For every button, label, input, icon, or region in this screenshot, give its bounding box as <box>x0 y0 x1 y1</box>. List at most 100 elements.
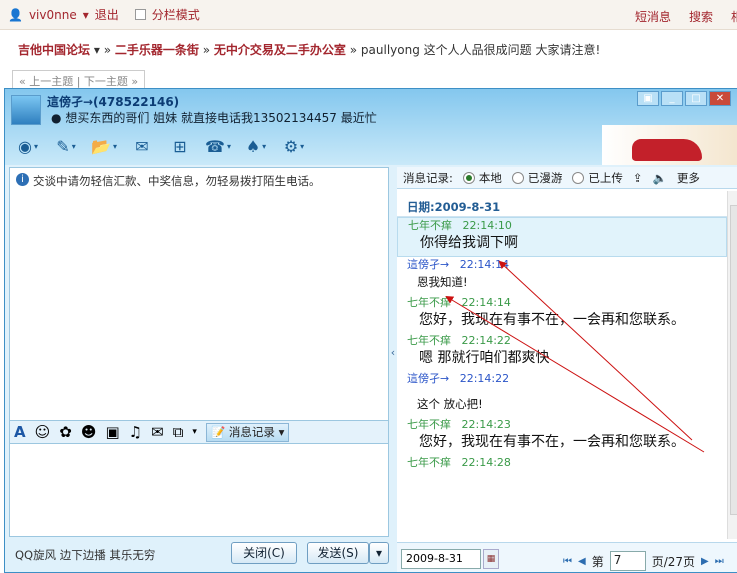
user-icon: 👤 <box>8 7 23 22</box>
next-page-icon[interactable]: ▶ <box>701 556 709 567</box>
first-page-icon[interactable]: ⏮ <box>563 556 572 567</box>
message-log-button[interactable]: 📝 消息记录 ▾ <box>205 422 290 442</box>
prev-page-icon[interactable]: ◀ <box>578 556 586 567</box>
info-icon: i <box>16 173 29 186</box>
date-field[interactable]: 2009-8-31 <box>401 549 481 569</box>
message-header: 七年不痒 22:14:22 <box>407 334 511 347</box>
search-link[interactable]: 搜索 <box>689 8 713 25</box>
speaker-icon[interactable]: 🔈 <box>653 171 667 185</box>
message-header: 這傍孑→ 22:14:14 <box>407 258 510 271</box>
message-text: 嗯 那就行咱们都爽快 <box>419 350 550 366</box>
create-group-icon[interactable]: ⊞ <box>165 133 195 159</box>
remote-assist-icon[interactable]: ☎ ▾ <box>203 133 233 159</box>
list-item[interactable]: 七年不痒 22:14:28 <box>397 455 727 471</box>
last-page-icon[interactable]: ⏭ <box>715 556 724 567</box>
page-input[interactable]: 7 <box>609 551 646 571</box>
breadcrumb-section2[interactable]: 无中介交易及二手办公室 <box>214 43 346 57</box>
message-header: 七年不痒 22:14:28 <box>407 456 511 469</box>
skin-button[interactable]: ▣ <box>637 91 659 106</box>
list-item[interactable]: 七年不痒 22:14:14 您好，我现在有事不在，一会再和您联系。 <box>397 295 727 333</box>
panel-splitter[interactable]: ‹ <box>389 167 397 537</box>
split-mode-label: 分栏模式 <box>151 8 200 22</box>
date-header: 日期:2009-8-31 <box>397 191 727 217</box>
voice-call-icon[interactable]: ✎ ▾ <box>51 133 81 159</box>
close-icon[interactable]: ✕ <box>709 91 731 106</box>
maximize-button[interactable]: □ <box>685 91 707 106</box>
file-transfer-icon[interactable]: 📂 ▾ <box>89 133 119 159</box>
messages-link[interactable]: 短消息 <box>635 8 671 25</box>
message-text: 你得给我调下啊 <box>420 235 518 251</box>
split-mode-checkbox[interactable] <box>134 9 146 20</box>
username-link[interactable]: viv0nne <box>29 8 77 22</box>
breadcrumb-forum[interactable]: 吉他中国论坛 <box>18 43 90 57</box>
minimize-button[interactable]: _ <box>661 91 683 106</box>
thread-title: paullyong 这个人人品很成问题 大家请注意! <box>360 43 601 57</box>
radio-local[interactable]: 本地 <box>462 170 502 186</box>
message-header: 這傍孑→ 22:14:22 <box>407 372 510 385</box>
message-history-panel: 消息记录: 本地 已漫游 已上传 ⇪ 🔈 更多 日期:2009-8-31 七年不痒… <box>397 167 737 572</box>
list-item[interactable]: 七年不痒 22:14:10 你得给我调下啊 <box>397 217 727 257</box>
music-icon[interactable]: ♫ <box>129 423 142 441</box>
send-button[interactable]: 发送(S) <box>307 542 369 564</box>
radio-uploaded[interactable]: 已上传 <box>572 170 623 186</box>
avatar[interactable] <box>11 95 41 125</box>
car-advertisement[interactable] <box>602 125 737 165</box>
signature-ad[interactable]: QQ旋风 边下边播 其乐无穷 <box>15 547 155 563</box>
contact-name: 這傍孑→(478522146) <box>47 95 180 109</box>
shake-icon[interactable]: ☻ <box>81 423 97 441</box>
breadcrumb-sep: » <box>349 43 358 57</box>
screenshot-icon[interactable]: ⧉ <box>173 423 184 441</box>
page-label: 第 <box>591 554 604 569</box>
message-input[interactable] <box>10 445 388 536</box>
scrollbar-thumb[interactable] <box>730 205 737 515</box>
status-text: 想买东西的哥们 姐妹 就直接电话我13502134457 最近忙 <box>65 111 377 125</box>
font-icon[interactable]: A <box>14 423 26 441</box>
scrollbar[interactable] <box>727 191 737 539</box>
magic-emoji-icon[interactable]: ✿ <box>59 423 72 441</box>
status-icon: ● <box>51 111 62 125</box>
message-text: 这个 放心把! <box>417 397 483 411</box>
breadcrumb: 吉他中国论坛 ▾ » 二手乐器一条街 » 无中介交易及二手办公室 » paull… <box>18 41 600 58</box>
emoji-icon[interactable]: ☺ <box>35 423 51 441</box>
more-link[interactable]: 相 <box>731 8 737 25</box>
message-list: 日期:2009-8-31 七年不痒 22:14:10 你得给我调下啊 這傍孑→ … <box>397 191 727 541</box>
list-item[interactable]: 這傍孑→ 22:14:14 恩我知道! <box>397 257 727 295</box>
history-toolbar: 消息记录: 本地 已漫游 已上传 ⇪ 🔈 更多 <box>397 167 737 189</box>
send-options-dropdown[interactable]: ▾ <box>369 542 389 564</box>
contact-status: ● 想买东西的哥们 姐妹 就直接电话我13502134457 最近忙 <box>51 109 377 126</box>
message-header: 七年不痒 22:14:23 <box>407 418 511 431</box>
gift-icon[interactable]: ✉ <box>151 423 164 441</box>
radio-roamed[interactable]: 已漫游 <box>511 170 562 186</box>
close-button[interactable]: 关闭(C) <box>231 542 297 564</box>
log-icon: 📝 <box>210 425 226 439</box>
list-item[interactable]: 七年不痒 22:14:23 您好，我现在有事不在，一会再和您联系。 <box>397 417 727 455</box>
message-text: 您好，我现在有事不在，一会再和您联系。 <box>419 434 685 450</box>
more-link[interactable]: 更多 <box>677 170 700 186</box>
settings-icon[interactable]: ⚙ ▾ <box>279 133 309 159</box>
page-total: 页/27页 <box>651 554 696 569</box>
chat-bottom-bar: QQ旋风 边下边播 其乐无穷 关闭(C) 发送(S) ▾ <box>9 539 389 571</box>
breadcrumb-section1[interactable]: 二手乐器一条街 <box>115 43 199 57</box>
history-label: 消息记录: <box>403 170 453 185</box>
chevron-down-icon[interactable]: ▾ <box>192 427 197 437</box>
chat-input-panel: i 交谈中请勿轻信汇款、中奖信息，勿轻易拨打陌生电话。 A ☺ ✿ ☻ ▣ ♫ ✉… <box>9 167 389 537</box>
video-call-icon[interactable]: ◉ ▾ <box>13 133 43 159</box>
game-icon[interactable]: ♠ ▾ <box>241 133 271 159</box>
mail-icon[interactable]: ✉ <box>127 133 157 159</box>
chevron-down-icon[interactable]: ▾ <box>83 8 89 22</box>
calendar-icon[interactable]: ▦ <box>483 549 499 569</box>
list-item[interactable]: 七年不痒 22:14:22 嗯 那就行咱们都爽快 <box>397 333 727 371</box>
message-text: 恩我知道! <box>417 275 468 289</box>
export-icon[interactable]: ⇪ <box>633 171 643 185</box>
user-menu: 👤 viv0nne ▾ 退出 分栏模式 <box>8 6 200 23</box>
image-icon[interactable]: ▣ <box>105 423 119 441</box>
chevron-down-icon[interactable]: ▾ <box>94 43 100 57</box>
message-header: 七年不痒 22:14:10 <box>408 219 512 232</box>
message-text: 您好，我现在有事不在，一会再和您联系。 <box>419 312 685 328</box>
breadcrumb-sep: » <box>202 43 211 57</box>
logout-link[interactable]: 退出 <box>95 6 119 23</box>
qq-chat-window: 這傍孑→(478522146) ● 想买东西的哥们 姐妹 就直接电话我13502… <box>4 88 737 573</box>
list-item[interactable]: 這傍孑→ 22:14:22 这个 放心把! <box>397 371 727 417</box>
format-toolbar: A ☺ ✿ ☻ ▣ ♫ ✉ ⧉ ▾ 📝 消息记录 ▾ <box>10 420 388 444</box>
thread-pager[interactable]: « 上一主题 | 下一主题 » <box>12 70 146 90</box>
